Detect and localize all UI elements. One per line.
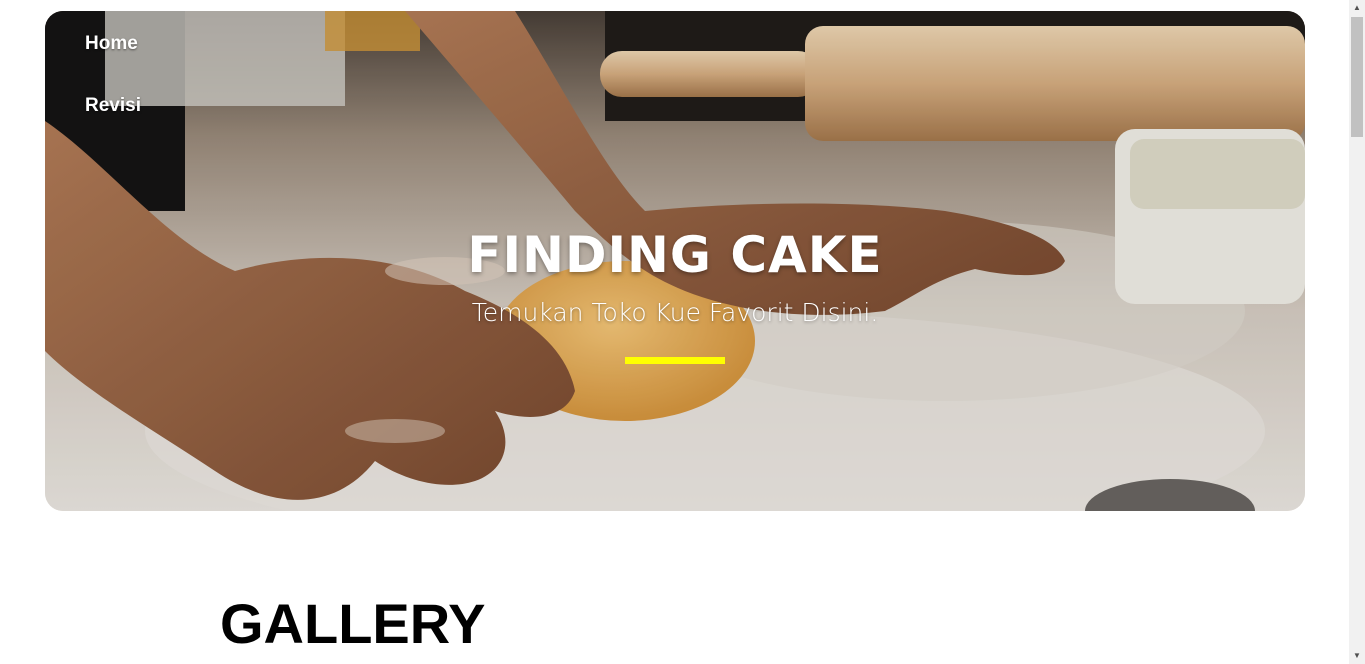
hero-accent-bar — [625, 357, 725, 364]
hero-banner: Home Revisi FINDING CAKE Temukan Toko Ku… — [45, 11, 1305, 511]
hero-title: FINDING CAKE — [467, 226, 883, 284]
scroll-up-icon[interactable]: ▲ — [1349, 0, 1365, 16]
hero-text-block: FINDING CAKE Temukan Toko Kue Favorit Di… — [45, 224, 1305, 364]
nav-item-home[interactable]: Home — [85, 33, 141, 55]
page: Home Revisi FINDING CAKE Temukan Toko Ku… — [0, 0, 1349, 664]
scroll-thumb[interactable] — [1351, 17, 1363, 137]
page-scrollbar[interactable]: ▲ ▼ — [1349, 0, 1365, 664]
hero-subtitle: Temukan Toko Kue Favorit Disini. — [471, 298, 879, 327]
main-nav: Home Revisi — [85, 33, 141, 157]
gallery-heading: GALLERY — [220, 592, 486, 655]
scroll-down-icon[interactable]: ▼ — [1349, 648, 1365, 664]
nav-item-revisi[interactable]: Revisi — [85, 95, 141, 117]
